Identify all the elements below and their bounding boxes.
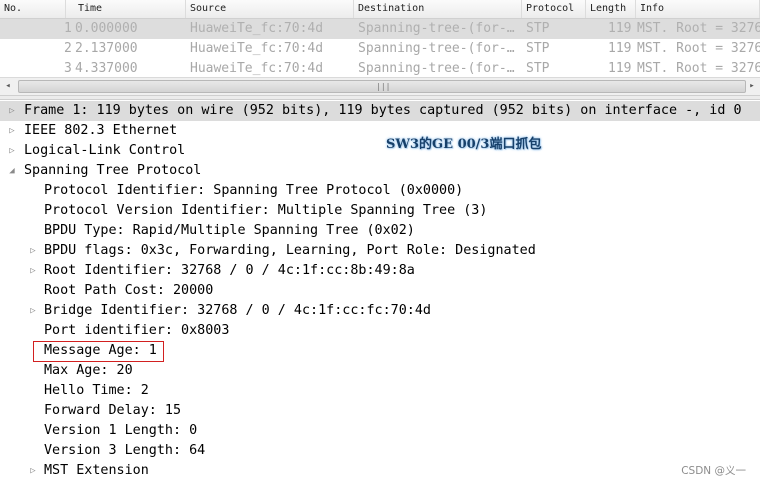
- column-header-destination[interactable]: Destination: [354, 0, 522, 18]
- expand-triangle-icon[interactable]: ▷: [8, 121, 16, 141]
- packet-destination: Spanning-tree-(for-…: [358, 41, 515, 56]
- packet-protocol: STP: [526, 61, 550, 76]
- expand-triangle-icon[interactable]: ▷: [8, 141, 16, 161]
- packet-row[interactable]: 2 2.137000 HuaweiTe_fc:70:4d Spanning-tr…: [0, 39, 760, 59]
- field-version1-length[interactable]: Version 1 Length: 0: [44, 421, 197, 441]
- expand-triangle-icon[interactable]: ▷: [8, 101, 16, 121]
- field-max-age[interactable]: Max Age: 20: [44, 361, 133, 381]
- field-protocol-version[interactable]: Protocol Version Identifier: Multiple Sp…: [44, 201, 487, 221]
- column-header-length[interactable]: Length: [586, 0, 636, 18]
- packet-row[interactable]: 3 4.337000 HuaweiTe_fc:70:4d Spanning-tr…: [0, 59, 760, 79]
- column-header-time[interactable]: Time: [74, 0, 186, 18]
- field-version3-length[interactable]: Version 3 Length: 64: [44, 441, 205, 461]
- grip-icon: |||: [376, 82, 391, 91]
- packet-protocol: STP: [526, 41, 550, 56]
- column-header-protocol[interactable]: Protocol: [522, 0, 586, 18]
- packet-no: 1: [64, 21, 72, 36]
- packet-source: HuaweiTe_fc:70:4d: [190, 21, 324, 36]
- packet-length: 119: [608, 21, 632, 36]
- watermark: CSDN @义一: [681, 465, 746, 477]
- scroll-right-icon[interactable]: ▸: [744, 78, 760, 95]
- packet-protocol: STP: [526, 21, 550, 36]
- capture-annotation: SW3的GE 00/3端口抓包: [386, 137, 542, 152]
- field-port-identifier[interactable]: Port identifier: 0x8003: [44, 321, 229, 341]
- horizontal-scrollbar[interactable]: ◂ ||| ▸: [0, 77, 760, 95]
- column-header-source[interactable]: Source: [186, 0, 354, 18]
- scroll-left-icon[interactable]: ◂: [0, 78, 16, 95]
- field-bpdu-type[interactable]: BPDU Type: Rapid/Multiple Spanning Tree …: [44, 221, 415, 241]
- packet-detail-pane: ▷ Frame 1: 119 bytes on wire (952 bits),…: [0, 100, 760, 486]
- scrollbar-thumb[interactable]: |||: [18, 80, 746, 93]
- message-age-highlight-box: [33, 341, 164, 362]
- tree-item-label: BPDU flags: 0x3c, Forwarding, Learning, …: [44, 243, 536, 258]
- packet-length: 119: [608, 41, 632, 56]
- field-forward-delay[interactable]: Forward Delay: 15: [44, 401, 181, 421]
- tree-item-label: IEEE 802.3 Ethernet: [24, 123, 178, 138]
- packet-time: 0.000000: [75, 21, 138, 36]
- packet-list-header: No. Time Source Destination Protocol Len…: [0, 0, 760, 19]
- packet-time: 2.137000: [75, 41, 138, 56]
- packet-row[interactable]: 1 0.000000 HuaweiTe_fc:70:4d Spanning-tr…: [0, 19, 760, 39]
- packet-time: 4.337000: [75, 61, 138, 76]
- packet-info: MST. Root = 3276: [637, 41, 760, 56]
- packet-no: 3: [64, 61, 72, 76]
- tree-item-label: Bridge Identifier: 32768 / 0 / 4c:1f:cc:…: [44, 303, 431, 318]
- tree-item-label: Frame 1: 119 bytes on wire (952 bits), 1…: [24, 103, 742, 118]
- field-hello-time[interactable]: Hello Time: 2: [44, 381, 149, 401]
- tree-item-label: MST Extension: [44, 463, 149, 478]
- field-protocol-identifier[interactable]: Protocol Identifier: Spanning Tree Proto…: [44, 181, 463, 201]
- packet-info: MST. Root = 3276: [637, 21, 760, 36]
- column-header-no[interactable]: No.: [0, 0, 66, 18]
- packet-source: HuaweiTe_fc:70:4d: [190, 41, 324, 56]
- packet-info: MST. Root = 3276: [637, 61, 760, 76]
- column-header-info[interactable]: Info: [636, 0, 760, 18]
- expand-triangle-icon[interactable]: ▷: [29, 461, 37, 481]
- packet-source: HuaweiTe_fc:70:4d: [190, 61, 324, 76]
- tree-item-label: Logical-Link Control: [24, 143, 186, 158]
- packet-destination: Spanning-tree-(for-…: [358, 61, 515, 76]
- packet-no: 2: [64, 41, 72, 56]
- packet-length: 119: [608, 61, 632, 76]
- expand-triangle-icon[interactable]: ▷: [29, 301, 37, 321]
- tree-item-label: Root Identifier: 32768 / 0 / 4c:1f:cc:8b…: [44, 263, 415, 278]
- expand-triangle-icon[interactable]: ▷: [29, 261, 37, 281]
- collapse-triangle-icon[interactable]: ◢: [8, 161, 16, 181]
- tree-item-frame[interactable]: ▷ Frame 1: 119 bytes on wire (952 bits),…: [0, 101, 760, 121]
- packet-list-pane: No. Time Source Destination Protocol Len…: [0, 0, 760, 96]
- field-root-path-cost[interactable]: Root Path Cost: 20000: [44, 281, 213, 301]
- tree-item-label: Spanning Tree Protocol: [24, 163, 202, 178]
- packet-destination: Spanning-tree-(for-…: [358, 21, 515, 36]
- expand-triangle-icon[interactable]: ▷: [29, 241, 37, 261]
